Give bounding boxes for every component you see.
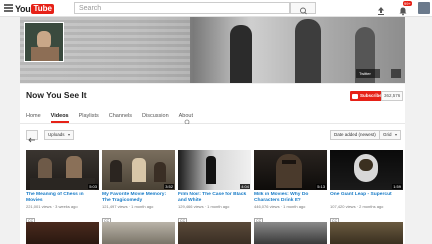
video-duration: 4:04: [240, 184, 250, 189]
account-avatar[interactable]: [418, 2, 430, 14]
subscriber-count: 362,576: [381, 91, 404, 101]
tab-videos[interactable]: Videos: [50, 111, 69, 123]
video-meta: 446,076 views · 1 month ago: [254, 203, 306, 209]
channel-search-icon[interactable]: [184, 113, 191, 126]
video-age: 1 month ago: [283, 203, 306, 209]
video-duration: 1:59: [392, 184, 402, 189]
video-thumbnail[interactable]: [102, 222, 175, 244]
video-thumbnail[interactable]: 5:03: [26, 150, 99, 190]
video-thumbnail[interactable]: 3:52: [102, 150, 175, 190]
menu-icon[interactable]: [4, 4, 13, 12]
logo-tube: Tube: [31, 3, 54, 14]
channel-avatar: [24, 22, 64, 62]
sort-label: Date added (newest): [334, 132, 376, 137]
youtube-play-icon: [352, 93, 358, 99]
video-title[interactable]: Milk in Movies: Why Do Characters Drink …: [254, 192, 327, 203]
upload-icon[interactable]: [376, 3, 386, 15]
edit-banner-icon[interactable]: [391, 69, 401, 78]
video-thumbnail[interactable]: [330, 222, 403, 244]
video-card[interactable]: 3:52 My Favorite Movie Memory: The Tragi…: [102, 150, 175, 227]
video-card[interactable]: 5:13 Milk in Movies: Why Do Characters D…: [254, 150, 327, 227]
video-age: 2 months ago: [359, 203, 384, 209]
video-duration: 5:13: [316, 184, 326, 189]
video-card[interactable]: 1:59 One Giant Leap - Supercut 107,420 v…: [330, 150, 403, 227]
tab-discussion[interactable]: Discussion: [142, 111, 169, 123]
video-age: 1 month ago: [207, 203, 230, 209]
youtube-logo[interactable]: You Tube: [15, 3, 54, 14]
video-views: 221,001 views: [26, 203, 52, 209]
video-card[interactable]: 4:04 Film Noir: The Case for Black and W…: [178, 150, 251, 227]
channel-tabs: Home Videos Playlists Channels Discussio…: [26, 111, 203, 123]
video-views: 121,497 views: [102, 203, 128, 209]
video-duration: 5:03: [88, 184, 98, 189]
view-label: Grid: [383, 132, 392, 137]
tab-channels[interactable]: Channels: [109, 111, 132, 123]
subscribe-label: Subscribe: [360, 93, 382, 98]
tab-home[interactable]: Home: [26, 111, 41, 123]
video-views: 107,420 views: [330, 203, 356, 209]
arrow-left-icon: [28, 137, 35, 143]
video-age: 1 month ago: [131, 203, 154, 209]
video-thumbnail[interactable]: [254, 222, 327, 244]
video-views: 446,076 views: [254, 203, 280, 209]
video-thumbnail[interactable]: 5:13: [254, 150, 327, 190]
video-duration: 3:52: [164, 184, 174, 189]
video-title[interactable]: My Favorite Movie Memory: The Tragicomed…: [102, 192, 175, 203]
chevron-down-icon: [394, 134, 397, 136]
video-meta: 121,497 views · 1 month ago: [102, 203, 154, 209]
video-age: 3 weeks ago: [55, 203, 78, 209]
logo-you: You: [15, 3, 31, 14]
video-meta: 221,001 views · 3 weeks ago: [26, 203, 78, 209]
channel-header: Now You See It Subscribe 362,576 Home Vi…: [20, 84, 405, 126]
back-button[interactable]: [26, 130, 38, 143]
search-input[interactable]: Search: [74, 2, 290, 14]
video-meta: 107,420 views · 2 months ago: [330, 203, 384, 209]
uploads-label: Uploads: [48, 132, 65, 137]
video-title[interactable]: The Meaning of Chess in Movies: [26, 192, 99, 203]
video-thumbnail[interactable]: [178, 222, 251, 244]
search-button[interactable]: [290, 2, 316, 15]
chevron-down-icon: [67, 134, 70, 136]
notification-badge: 99+: [403, 1, 412, 6]
videos-panel: Uploads Date added (newest) Grid 5:03 Th…: [20, 124, 405, 244]
video-title[interactable]: One Giant Leap - Supercut: [330, 192, 403, 203]
top-bar: You Tube Search 99+: [0, 0, 432, 17]
uploads-dropdown[interactable]: Uploads: [44, 130, 74, 140]
video-thumbnail[interactable]: [26, 222, 99, 244]
view-dropdown[interactable]: Grid: [379, 130, 401, 140]
video-title[interactable]: Film Noir: The Case for Black and White: [178, 192, 251, 203]
tab-playlists[interactable]: Playlists: [79, 111, 99, 123]
video-card[interactable]: 5:03 The Meaning of Chess in Movies 221,…: [26, 150, 99, 227]
video-views: 129,466 views: [178, 203, 204, 209]
notifications-icon[interactable]: 99+: [398, 1, 412, 16]
video-thumbnail[interactable]: 1:59: [330, 150, 403, 190]
search-icon: [300, 7, 307, 15]
channel-title: Now You See It: [26, 90, 87, 100]
video-thumbnail[interactable]: 4:04: [178, 150, 251, 190]
channel-banner: [20, 17, 405, 83]
video-meta: 129,466 views · 1 month ago: [178, 203, 230, 209]
sort-dropdown[interactable]: Date added (newest): [330, 130, 385, 140]
twitter-link[interactable]: Twitter: [356, 69, 380, 78]
